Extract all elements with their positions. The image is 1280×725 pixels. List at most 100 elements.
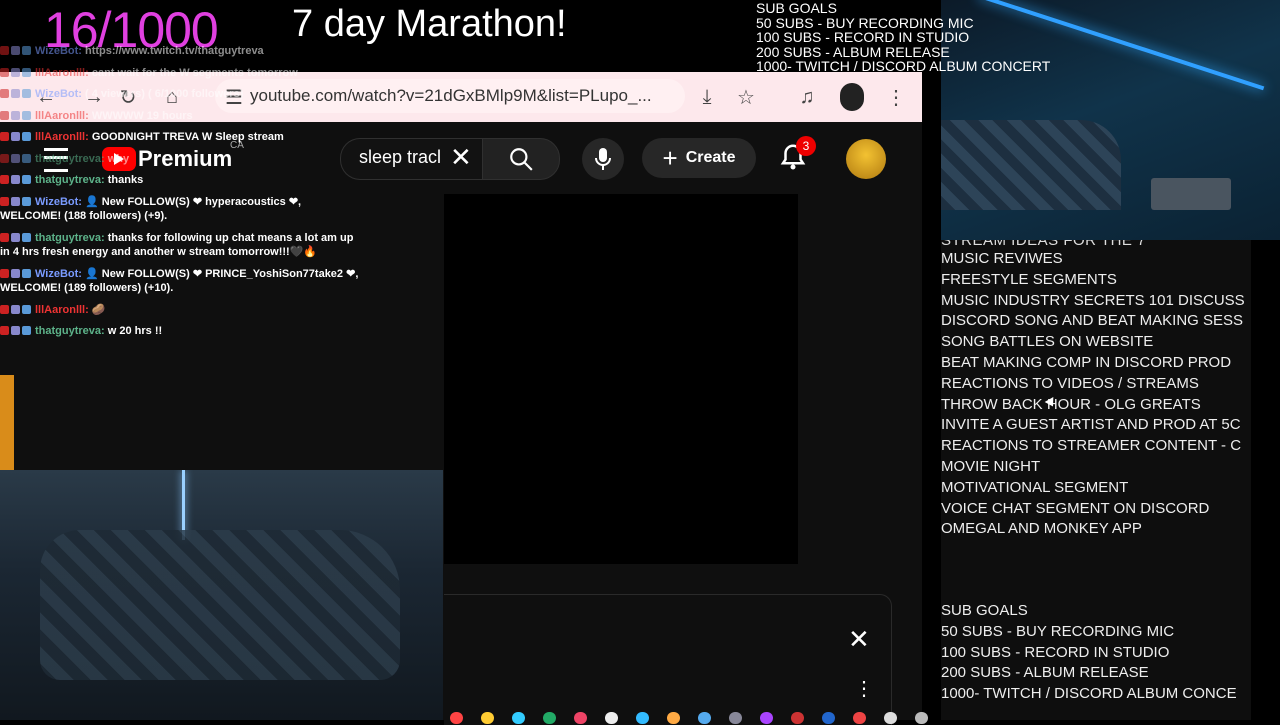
- sub-goals-line: 100 SUBS - RECORD IN STUDIO: [756, 29, 970, 45]
- dock-app-icon[interactable]: [574, 712, 587, 724]
- chat-message: lllAaronlll: WWWWW 19 hours: [0, 109, 365, 124]
- dock-app-icon[interactable]: [481, 712, 494, 724]
- profile-icon[interactable]: [840, 83, 864, 111]
- star-badge-icon: [11, 196, 20, 206]
- chat-username[interactable]: WizeBot:: [35, 196, 82, 208]
- chat-text: cant wait for the W segments tomorrow: [91, 66, 298, 79]
- verified-badge-icon: [22, 46, 31, 55]
- idea-item: MUSIC REVIWES: [941, 250, 1063, 267]
- subscriber-badge-icon: [0, 175, 9, 184]
- sub-goal-item: 200 SUBS - ALBUM RELEASE: [941, 664, 1149, 682]
- ideas-list: MUSIC REVIWES FREESTYLE SEGMENTS MUSIC IND…: [941, 249, 1245, 540]
- chat-username[interactable]: WizeBot:: [35, 88, 82, 100]
- chat-message: lllAaronlll: 🥔: [0, 303, 365, 318]
- chat-message: thatguytreva: thanks for following up ch…: [0, 231, 365, 260]
- verified-badge-icon: [22, 326, 31, 335]
- verified-badge-icon: [22, 304, 31, 314]
- dock-app-icon[interactable]: [760, 712, 773, 724]
- sub-goals-line: 50 SUBS - BUY RECORDING MIC: [756, 14, 974, 31]
- dock-app-icon[interactable]: [791, 712, 804, 724]
- idea-item: THROW BACK HOUR - OLG GREATS: [941, 395, 1201, 413]
- sub-goal-item: 100 SUBS - RECORD IN STUDIO: [941, 643, 1170, 661]
- mini-panel: [444, 594, 892, 725]
- dock-app-icon[interactable]: [667, 712, 680, 724]
- chat-username[interactable]: lllAaronlll:: [35, 67, 89, 79]
- star-icon[interactable]: ☆: [734, 85, 758, 109]
- chat-message: WizeBot: 👤 New FOLLOW(S) ❤ hyperacoustic…: [0, 195, 365, 224]
- menu-icon[interactable]: ⋮: [884, 85, 908, 109]
- subscriber-badge-icon: [0, 326, 9, 335]
- chat-username[interactable]: WizeBot:: [35, 45, 82, 57]
- chat-message: lllAaronlll: GOODNIGHT TREVA W Sleep str…: [0, 130, 365, 145]
- sub-goal-item: 1000- TWITCH / DISCORD ALBUM CONCE: [941, 685, 1237, 703]
- idea-item: MOTIVATIONAL SEGMENT: [941, 478, 1129, 496]
- idea-item: DISCORD SONG AND BEAT MAKING SESS: [941, 312, 1244, 330]
- dock-app-icon[interactable]: [853, 712, 866, 724]
- search-button[interactable]: [482, 138, 560, 180]
- chat-username[interactable]: WizeBot:: [35, 268, 82, 280]
- verified-badge-icon: [22, 89, 31, 98]
- dock-app-icon[interactable]: [450, 712, 463, 724]
- star-badge-icon: [11, 46, 20, 55]
- sub-goals-list: SUB GOALS 50 SUBS - BUY RECORDING MIC 100 …: [941, 601, 1237, 705]
- idea-item: BEAT MAKING COMP IN DISCORD PROD: [941, 353, 1232, 371]
- more-options-icon[interactable]: ⋮: [854, 676, 874, 701]
- idea-item: REACTIONS TO STREAMER CONTENT - C: [941, 437, 1242, 455]
- dock-app-icon[interactable]: [915, 712, 928, 724]
- chat-username[interactable]: thatguytreva:: [35, 174, 105, 186]
- chat-text: why: [107, 152, 130, 165]
- subscriber-badge-icon: [0, 304, 9, 314]
- video-player[interactable]: [444, 194, 798, 564]
- dock-app-icon[interactable]: [729, 712, 742, 724]
- subscriber-badge-icon: [0, 67, 9, 77]
- create-button[interactable]: + Create: [642, 138, 756, 178]
- clear-search-icon[interactable]: ✕: [450, 142, 472, 173]
- sub-goal-item: SUB GOALS: [941, 602, 1028, 619]
- dock-app-icon[interactable]: [822, 712, 835, 724]
- star-badge-icon: [11, 175, 20, 184]
- ideas-title: STREAM IDEAS FOR THE 7: [941, 240, 1146, 249]
- chat-text: thanks: [107, 174, 144, 186]
- chat-username[interactable]: thatguytreva:: [35, 153, 105, 165]
- dock-app-icon[interactable]: [698, 712, 711, 724]
- download-icon[interactable]: ⤓: [695, 85, 719, 109]
- idea-item: REACTIONS TO VIDEOS / STREAMS: [941, 374, 1199, 392]
- chat-text: w 20 hrs !!: [107, 325, 163, 337]
- verified-badge-icon: [22, 67, 31, 77]
- dock-app-icon[interactable]: [884, 712, 897, 724]
- chat-username[interactable]: lllAaronlll:: [35, 131, 89, 143]
- create-label: Create: [685, 149, 736, 166]
- chat-username[interactable]: thatguytreva:: [35, 232, 105, 244]
- media-icon[interactable]: ♫: [795, 85, 819, 109]
- star-badge-icon: [11, 304, 20, 314]
- star-badge-icon: [11, 110, 20, 120]
- dock: [444, 712, 928, 724]
- star-badge-icon: [11, 89, 20, 98]
- stream-ideas-panel: STREAM IDEAS FOR THE 7 MUSIC REVIWES FREE…: [941, 240, 1251, 720]
- dock-app-icon[interactable]: [605, 712, 618, 724]
- chat-message: thatguytreva: thanks: [0, 173, 365, 188]
- verified-badge-icon: [22, 268, 31, 278]
- chat-username[interactable]: thatguytreva:: [35, 325, 105, 337]
- chat-username[interactable]: lllAaronlll:: [35, 110, 89, 122]
- chat-message: WizeBot: https://www.twitch.tv/thatguytr…: [0, 44, 365, 59]
- idea-item: SONG BATTLES ON WEBSITE: [941, 333, 1154, 351]
- sub-goals-line: SUB GOALS: [756, 0, 837, 16]
- dock-app-icon[interactable]: [543, 712, 556, 724]
- chat-username[interactable]: lllAaronlll:: [35, 304, 89, 316]
- chat-message: thatguytreva: why: [0, 152, 365, 167]
- webcam-feed: [0, 470, 443, 720]
- dock-app-icon[interactable]: [636, 712, 649, 724]
- account-avatar[interactable]: [846, 139, 886, 179]
- sub-goal-item: 50 SUBS - BUY RECORDING MIC: [941, 622, 1175, 640]
- close-icon[interactable]: ✕: [848, 624, 870, 655]
- subscriber-badge-icon: [0, 46, 9, 55]
- sub-goals-line: 1000- TWITCH / DISCORD ALBUM CONCERT: [756, 58, 1051, 74]
- dock-app-icon[interactable]: [512, 712, 525, 724]
- bed: [941, 120, 1121, 210]
- chat-message: thatguytreva: w 20 hrs !!: [0, 324, 365, 339]
- subscriber-badge-icon: [0, 268, 9, 278]
- sub-goals-overlay: SUB GOALS 50 SUBS - BUY RECORDING MIC 10…: [756, 1, 1050, 74]
- idea-item: FREESTYLE SEGMENTS: [941, 270, 1117, 288]
- voice-search-button[interactable]: [582, 138, 624, 180]
